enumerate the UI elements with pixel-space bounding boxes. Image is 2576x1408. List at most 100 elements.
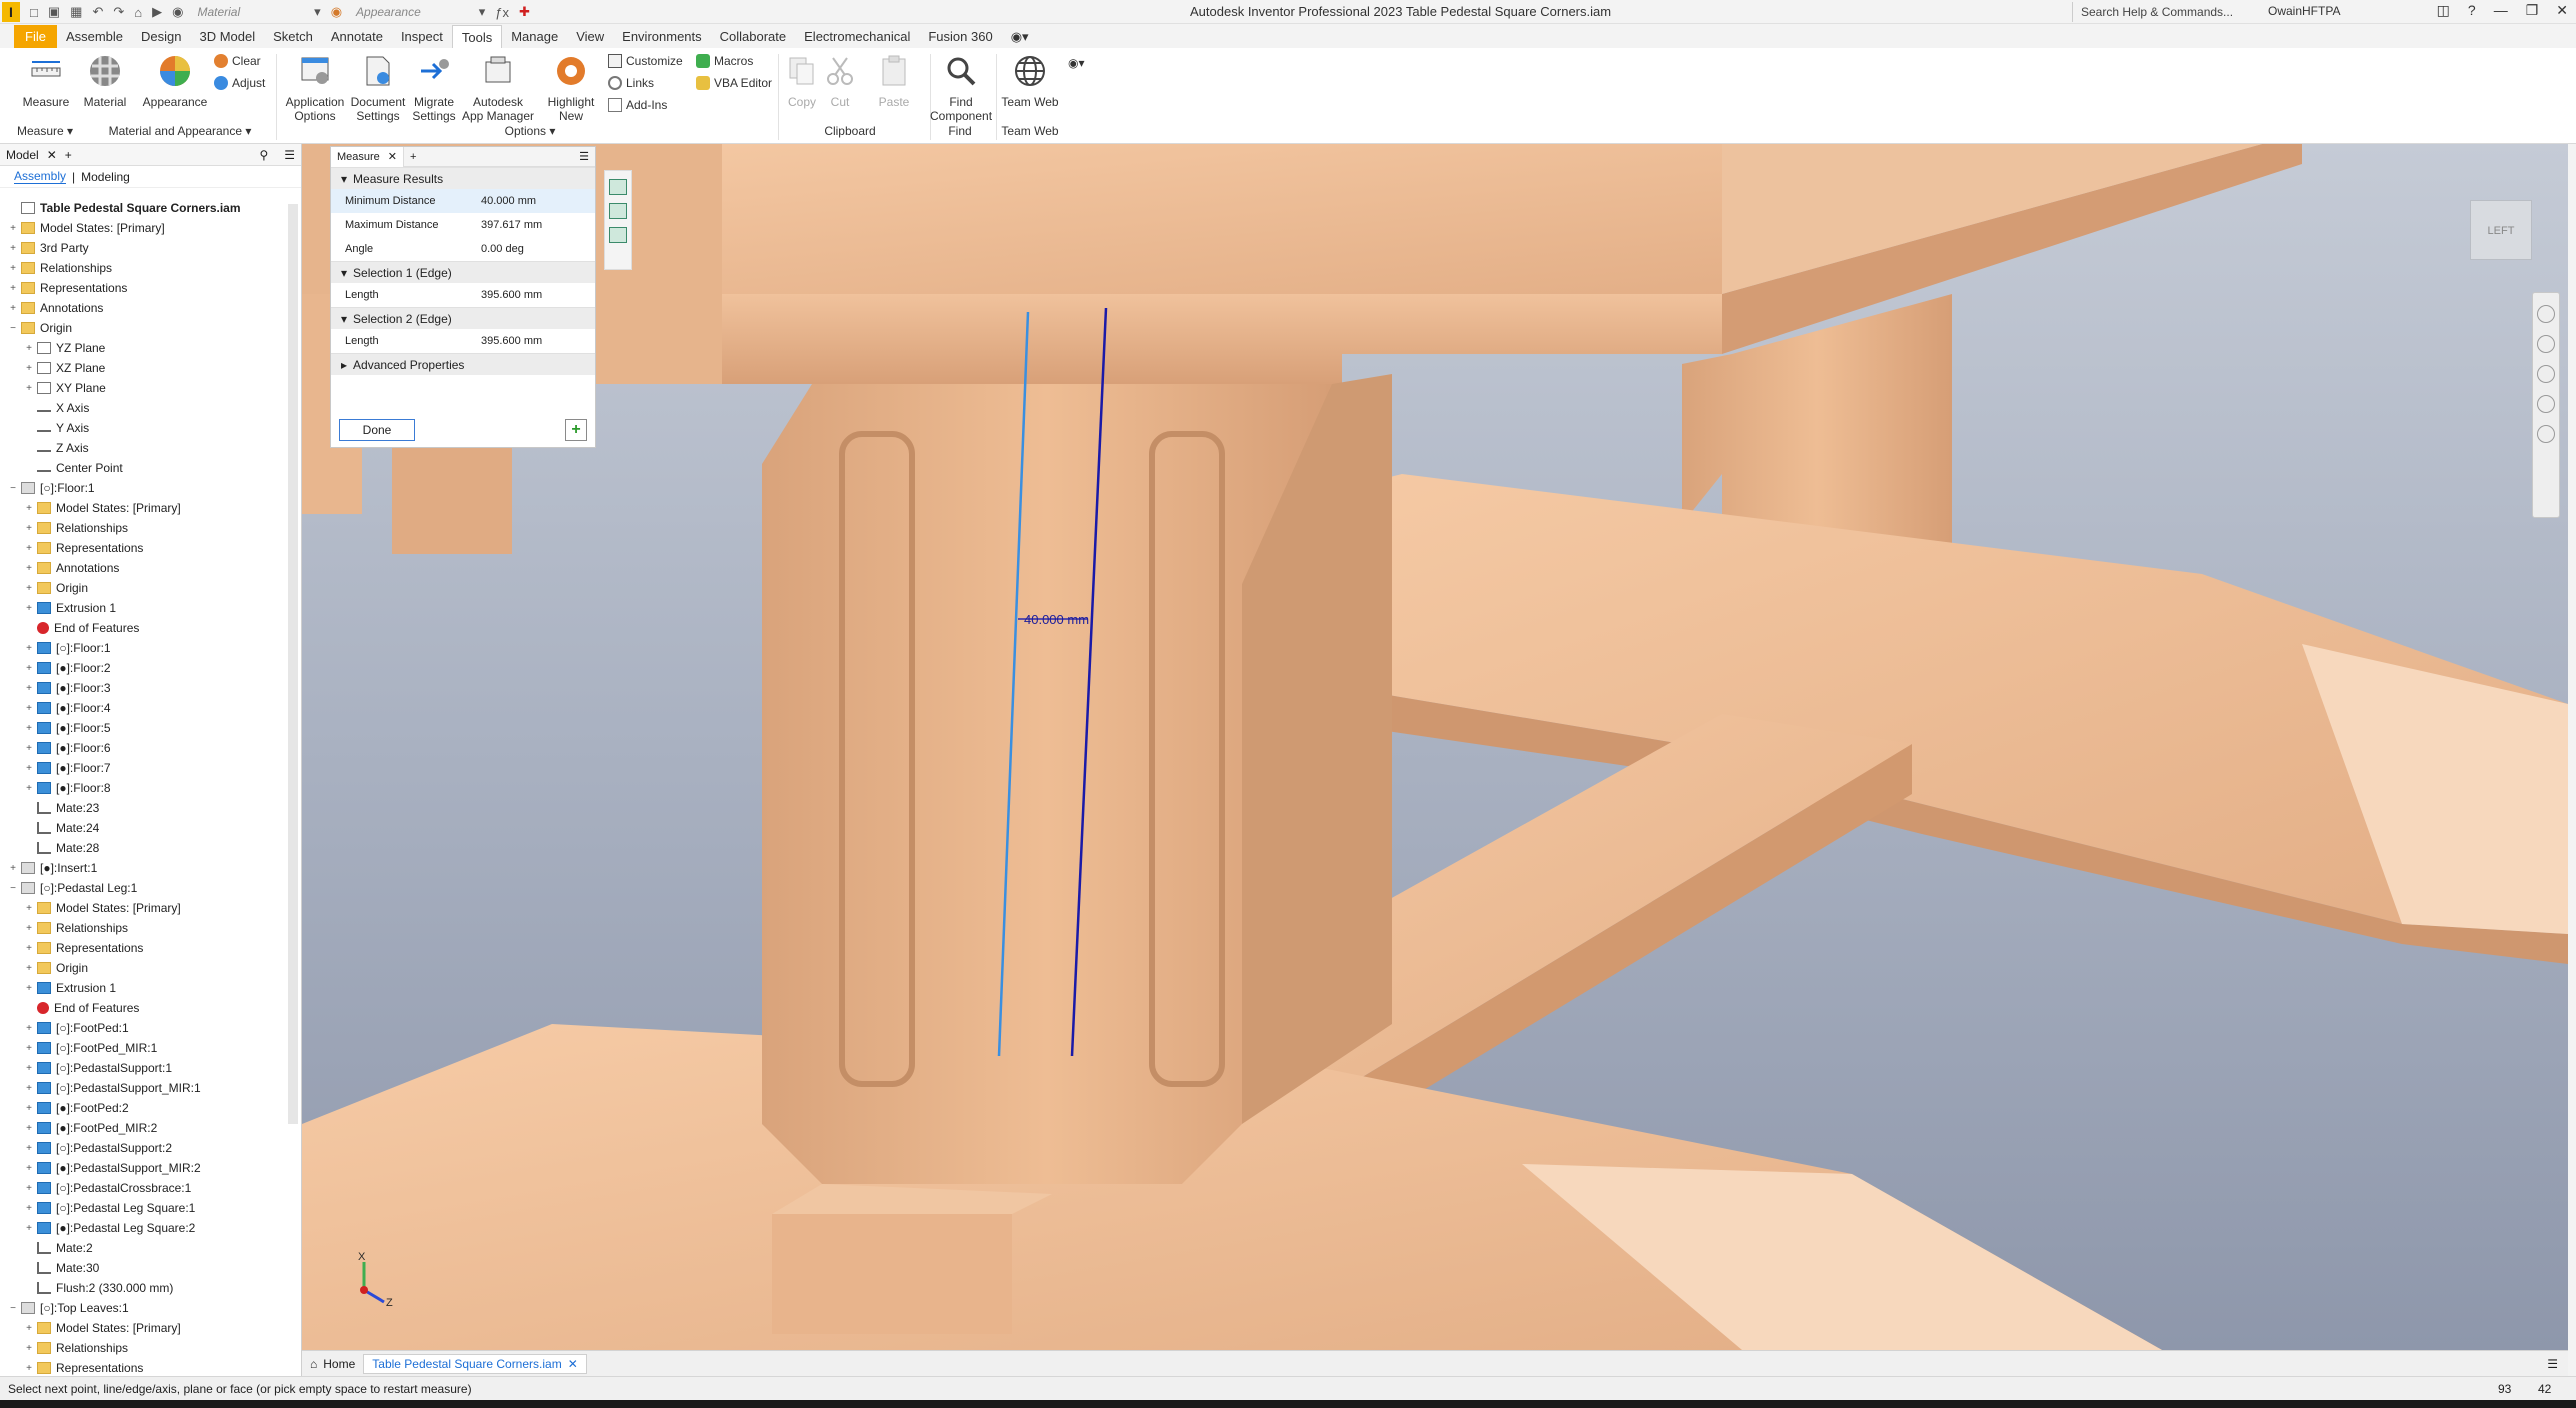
expand-toggle-icon[interactable]: +: [8, 263, 18, 274]
migrate-settings-button[interactable]: Migrate Settings: [406, 54, 462, 123]
material-qat-icon[interactable]: ◉: [172, 4, 183, 20]
expand-toggle-icon[interactable]: +: [24, 523, 34, 534]
expand-toggle-icon[interactable]: +: [24, 683, 34, 694]
tree-node[interactable]: − [○]:Pedastal Leg:1: [0, 878, 286, 898]
expand-toggle-icon[interactable]: +: [8, 243, 18, 254]
expand-toggle-icon[interactable]: +: [24, 1063, 34, 1074]
ribbon-options-button[interactable]: ◉▾: [1068, 56, 1085, 70]
add-ins-button[interactable]: Add-Ins: [608, 98, 667, 112]
highlight-new-button[interactable]: Highlight New: [540, 54, 602, 123]
expand-toggle-icon[interactable]: +: [8, 863, 18, 874]
appearance-button[interactable]: Appearance: [140, 54, 210, 109]
tree-node[interactable]: + Model States: [Primary]: [0, 218, 286, 238]
menu-icon[interactable]: ☰: [579, 150, 589, 163]
team-web-button[interactable]: Team Web: [998, 54, 1062, 109]
tab-sketch[interactable]: Sketch: [264, 25, 322, 48]
close-icon[interactable]: ✕: [568, 1357, 578, 1371]
tree-node[interactable]: + [●]:Floor:6: [0, 738, 286, 758]
new-file-icon[interactable]: □: [30, 5, 38, 20]
tree-node[interactable]: + [○]:PedastalCrossbrace:1: [0, 1178, 286, 1198]
tree-node[interactable]: Mate:23: [0, 798, 286, 818]
pan-icon[interactable]: [2537, 335, 2555, 353]
tab-inspect[interactable]: Inspect: [392, 25, 452, 48]
doc-tab-active[interactable]: Table Pedestal Square Corners.iam ✕: [363, 1353, 587, 1374]
expand-toggle-icon[interactable]: +: [24, 1323, 34, 1334]
doc-tab-home[interactable]: ⌂ Home: [302, 1355, 363, 1373]
measure-tab[interactable]: Measure ✕: [331, 146, 405, 167]
cut-button[interactable]: Cut: [820, 54, 860, 109]
tree-node[interactable]: Mate:24: [0, 818, 286, 838]
expand-toggle-icon[interactable]: +: [24, 1223, 34, 1234]
tree-node[interactable]: + XZ Plane: [0, 358, 286, 378]
tab-3d-model[interactable]: 3D Model: [191, 25, 265, 48]
close-icon[interactable]: ✕: [388, 150, 397, 163]
tab-electromechanical[interactable]: Electromechanical: [795, 25, 919, 48]
tree-node[interactable]: + [○]:PedastalSupport:1: [0, 1058, 286, 1078]
tree-node[interactable]: + Representations: [0, 1358, 286, 1376]
tree-node[interactable]: − [○]:Top Leaves:1: [0, 1298, 286, 1318]
tree-node[interactable]: + [●]:FootPed:2: [0, 1098, 286, 1118]
tree-node[interactable]: + Origin: [0, 578, 286, 598]
tree-node[interactable]: Y Axis: [0, 418, 286, 438]
paste-button[interactable]: Paste: [872, 54, 916, 109]
tree-node[interactable]: + Extrusion 1: [0, 978, 286, 998]
expand-toggle-icon[interactable]: +: [24, 963, 34, 974]
tree-node[interactable]: + Representations: [0, 938, 286, 958]
tree-node[interactable]: + [●]:Floor:7: [0, 758, 286, 778]
done-button[interactable]: Done: [339, 419, 415, 441]
application-options-button[interactable]: Application Options: [280, 54, 350, 123]
expand-toggle-icon[interactable]: +: [24, 943, 34, 954]
select-icon[interactable]: ▶: [152, 4, 162, 20]
expand-toggle-icon[interactable]: +: [24, 923, 34, 934]
angle-row[interactable]: Angle 0.00 deg: [331, 237, 595, 261]
expand-toggle-icon[interactable]: +: [24, 563, 34, 574]
find-component-button[interactable]: Find Component: [930, 54, 992, 123]
open-folder-icon[interactable]: ▣: [48, 4, 60, 20]
tree-node[interactable]: Z Axis: [0, 438, 286, 458]
expand-toggle-icon[interactable]: +: [24, 543, 34, 554]
expand-toggle-icon[interactable]: +: [24, 583, 34, 594]
tree-node[interactable]: + [●]:Insert:1: [0, 858, 286, 878]
tree-node[interactable]: + Model States: [Primary]: [0, 898, 286, 918]
tree-node[interactable]: + [○]:PedastalSupport:2: [0, 1138, 286, 1158]
expand-toggle-icon[interactable]: +: [24, 1163, 34, 1174]
tree-node[interactable]: + [●]:Floor:2: [0, 658, 286, 678]
tab-assemble[interactable]: Assemble: [57, 25, 132, 48]
browser-scrollbar[interactable]: [288, 204, 298, 1124]
viewcube[interactable]: LEFT: [2470, 200, 2532, 260]
selection-1-length-row[interactable]: Length 395.600 mm: [331, 283, 595, 307]
expand-toggle-icon[interactable]: +: [24, 503, 34, 514]
tree-node[interactable]: + Relationships: [0, 918, 286, 938]
tree-node[interactable]: Table Pedestal Square Corners.iam: [0, 198, 286, 218]
macros-button[interactable]: Macros: [696, 54, 753, 68]
search-icon[interactable]: ⚲: [259, 148, 268, 162]
expand-toggle-icon[interactable]: −: [8, 883, 18, 894]
tree-node[interactable]: + [●]:PedastalSupport_MIR:2: [0, 1158, 286, 1178]
save-icon[interactable]: ▦: [70, 4, 82, 20]
expand-toggle-icon[interactable]: +: [24, 903, 34, 914]
app-manager-button[interactable]: Autodesk App Manager: [460, 54, 536, 123]
minimum-distance-row[interactable]: Minimum Distance 40.000 mm: [331, 189, 595, 213]
tree-node[interactable]: Flush:2 (330.000 mm): [0, 1278, 286, 1298]
expand-toggle-icon[interactable]: +: [24, 743, 34, 754]
tree-node[interactable]: + [●]:Floor:8: [0, 778, 286, 798]
customize-button[interactable]: Customize: [608, 54, 683, 68]
expand-toggle-icon[interactable]: +: [24, 983, 34, 994]
expand-toggle-icon[interactable]: +: [24, 1023, 34, 1034]
subtab-assembly[interactable]: Assembly: [14, 169, 67, 184]
material-selector[interactable]: Material: [197, 5, 240, 19]
panel-label-measure[interactable]: Measure ▾: [14, 124, 76, 138]
selection-1-section[interactable]: ▾ Selection 1 (Edge): [331, 261, 595, 283]
tab-options-icon[interactable]: ◉▾: [1002, 25, 1038, 48]
expand-toggle-icon[interactable]: +: [24, 783, 34, 794]
document-settings-button[interactable]: Document Settings: [344, 54, 412, 123]
orbit-icon[interactable]: [2537, 395, 2555, 413]
model-scene[interactable]: 40.000 mm X Z: [302, 144, 2568, 1350]
tree-node[interactable]: Mate:30: [0, 1258, 286, 1278]
parameters-icon[interactable]: ƒx: [495, 5, 509, 20]
tree-node[interactable]: + [●]:Pedastal Leg Square:2: [0, 1218, 286, 1238]
expand-toggle-icon[interactable]: +: [24, 1203, 34, 1214]
zoom-icon[interactable]: [2537, 365, 2555, 383]
measure-distance-icon[interactable]: [609, 179, 627, 195]
selection-2-length-row[interactable]: Length 395.600 mm: [331, 329, 595, 353]
